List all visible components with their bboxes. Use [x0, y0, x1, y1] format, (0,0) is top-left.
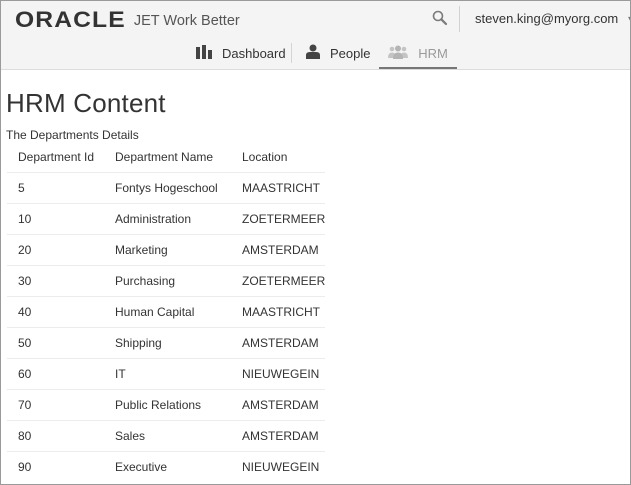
- cell-department-id: 80: [7, 420, 104, 452]
- person-icon: [306, 44, 320, 62]
- cell-department-name: Purchasing: [104, 265, 231, 297]
- cell-department-name: Administration: [104, 203, 231, 235]
- cell-location: NIEUWEGEIN: [231, 451, 326, 482]
- cell-location: AMSTERDAM: [231, 234, 326, 266]
- cell-location: ZOETERMEER: [231, 203, 326, 235]
- cell-department-id: 60: [7, 358, 104, 390]
- table-row[interactable]: 5 Fontys Hogeschool MAASTRICHT: [7, 172, 326, 204]
- cell-location: MAASTRICHT: [231, 172, 326, 204]
- search-icon[interactable]: [431, 9, 449, 27]
- cell-department-id: 90: [7, 451, 104, 482]
- group-icon: [388, 45, 409, 62]
- tab-label: Dashboard: [222, 45, 286, 61]
- nav-bar: Dashboard People HRM: [1, 39, 630, 69]
- app-name: JET Work Better: [133, 13, 240, 29]
- cell-department-id: 5: [7, 172, 104, 204]
- cell-location: ZOETERMEER: [231, 265, 326, 297]
- table-row[interactable]: 90 Executive NIEUWEGEIN: [7, 451, 326, 482]
- tab-divider: [291, 43, 292, 63]
- user-email: steven.king@myorg.com: [475, 11, 619, 26]
- table-row[interactable]: 40 Human Capital MAASTRICHT: [7, 296, 326, 328]
- cell-department-name: Sales: [104, 420, 231, 452]
- chevron-down-icon: ▼: [626, 14, 630, 24]
- tab-hrm[interactable]: HRM: [379, 39, 457, 69]
- table-row[interactable]: 20 Marketing AMSTERDAM: [7, 234, 326, 266]
- page-title: HRM Content: [6, 88, 166, 118]
- cell-location: NIEUWEGEIN: [231, 358, 326, 390]
- table-row[interactable]: 70 Public Relations AMSTERDAM: [7, 389, 326, 421]
- app-header: ORACLE JET Work Better steven.king@myorg…: [1, 1, 630, 70]
- cell-department-name: Public Relations: [104, 389, 231, 421]
- cell-department-name: Marketing: [104, 234, 231, 266]
- header-divider: [459, 6, 460, 32]
- user-menu[interactable]: steven.king@myorg.com ▼: [475, 11, 630, 26]
- column-header-department-name[interactable]: Department Name: [104, 142, 231, 173]
- tab-people[interactable]: People: [306, 39, 370, 67]
- bar-chart-icon: [196, 44, 212, 62]
- departments-table: Department Id Department Name Location 5…: [7, 142, 326, 482]
- tab-label: HRM: [418, 45, 448, 61]
- oracle-logo: ORACLE: [15, 7, 126, 32]
- cell-department-id: 30: [7, 265, 104, 297]
- cell-department-name: Fontys Hogeschool: [104, 172, 231, 204]
- cell-department-name: Shipping: [104, 327, 231, 359]
- cell-location: AMSTERDAM: [231, 327, 326, 359]
- cell-department-id: 10: [7, 203, 104, 235]
- cell-department-id: 70: [7, 389, 104, 421]
- cell-location: AMSTERDAM: [231, 389, 326, 421]
- table-row[interactable]: 10 Administration ZOETERMEER: [7, 203, 326, 235]
- tab-label: People: [330, 45, 371, 61]
- cell-department-id: 50: [7, 327, 104, 359]
- table-header-row: Department Id Department Name Location: [7, 142, 325, 173]
- cell-department-id: 40: [7, 296, 104, 328]
- table-row[interactable]: 50 Shipping AMSTERDAM: [7, 327, 326, 359]
- app-window: ORACLE JET Work Better steven.king@myorg…: [0, 0, 631, 485]
- cell-location: MAASTRICHT: [231, 296, 326, 328]
- column-header-location[interactable]: Location: [231, 142, 325, 173]
- table-row[interactable]: 60 IT NIEUWEGEIN: [7, 358, 326, 390]
- cell-department-name: IT: [104, 358, 231, 390]
- tab-dashboard[interactable]: Dashboard: [196, 39, 286, 67]
- brand: ORACLE JET Work Better: [15, 7, 240, 33]
- section-subtitle: The Departments Details: [6, 128, 139, 142]
- column-header-department-id[interactable]: Department Id: [7, 142, 104, 173]
- cell-location: AMSTERDAM: [231, 420, 326, 452]
- table-row[interactable]: 80 Sales AMSTERDAM: [7, 420, 326, 452]
- cell-department-name: Human Capital: [104, 296, 231, 328]
- main-content: HRM Content The Departments Details Depa…: [1, 70, 630, 484]
- cell-department-id: 20: [7, 234, 104, 266]
- cell-department-name: Executive: [104, 451, 231, 482]
- table-row[interactable]: 30 Purchasing ZOETERMEER: [7, 265, 326, 297]
